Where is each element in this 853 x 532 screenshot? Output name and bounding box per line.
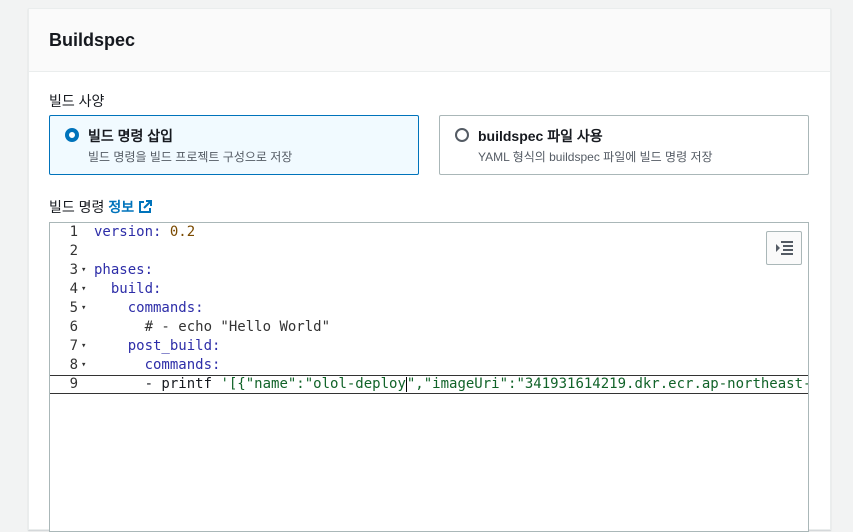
code-text: commands: [94, 356, 221, 375]
radio-insert-commands[interactable] [65, 128, 79, 142]
format-button[interactable] [766, 231, 802, 265]
build-spec-label: 빌드 사양 [49, 93, 105, 109]
code-line[interactable]: 5 ▾ commands: [50, 299, 808, 318]
panel-title: Buildspec [49, 29, 136, 50]
line-number: 1 [69, 224, 78, 240]
code-text: version: 0.2 [94, 223, 195, 242]
panel-header: Buildspec [29, 9, 830, 72]
build-commands-label-row: 빌드 명령 정보 [49, 197, 153, 217]
code-line[interactable]: 7 ▾ post_build: [50, 337, 808, 356]
build-commands-label: 빌드 명령 [49, 199, 105, 215]
code-text: post_build: [94, 337, 221, 356]
external-link-icon[interactable] [138, 200, 153, 214]
code-token: 0.2 [169, 224, 196, 240]
line-number: 2 [69, 243, 78, 259]
code-text: - printf '[{"name":"olol-deploy","imageU… [94, 376, 809, 393]
code-token: phases: [94, 262, 154, 278]
code-line[interactable]: 8 ▾ commands: [50, 356, 808, 375]
code-line[interactable]: 9 - printf '[{"name":"olol-deploy","imag… [50, 375, 809, 394]
code-line[interactable]: 4 ▾ build: [50, 280, 808, 299]
buildspec-panel: Buildspec 빌드 사양 빌드 명령 삽입 빌드 명령을 빌드 프로젝트 … [28, 8, 831, 532]
code-line[interactable]: 1 version: 0.2 [50, 223, 808, 242]
option-title: 빌드 명령 삽입 [88, 128, 174, 144]
code-token: commands: [127, 300, 204, 316]
code-text: phases: [94, 261, 153, 280]
line-number: 9 [69, 376, 78, 392]
code-token: # - echo "Hello World" [144, 319, 331, 335]
line-number: 6 [69, 319, 78, 335]
fold-toggle-icon[interactable]: ▾ [81, 356, 86, 375]
info-link[interactable]: 정보 [108, 197, 134, 217]
code-text: commands: [94, 299, 204, 318]
line-number: 3 [69, 262, 78, 278]
code-line[interactable]: 3 ▾ phases: [50, 261, 808, 280]
option-description: YAML 형식의 buildspec 파일에 빌드 명령 저장 [478, 150, 713, 164]
code-token: '[{"name":"olol-deploy [220, 376, 406, 392]
radio-use-buildspec-file[interactable] [455, 128, 469, 142]
line-number: 5 [69, 300, 78, 316]
option-insert-commands[interactable]: 빌드 명령 삽입 빌드 명령을 빌드 프로젝트 구성으로 저장 [49, 115, 419, 175]
fold-toggle-icon[interactable]: ▾ [81, 337, 86, 356]
format-indent-icon [776, 241, 793, 255]
code-text: # - echo "Hello World" [94, 318, 330, 337]
option-title: buildspec 파일 사용 [478, 128, 603, 144]
option-description: 빌드 명령을 빌드 프로젝트 구성으로 저장 [88, 150, 293, 164]
fold-toggle-icon[interactable]: ▾ [81, 299, 86, 318]
code-token: build: [110, 281, 162, 297]
code-line[interactable]: 2 [50, 242, 808, 261]
code-token: - printf [94, 376, 221, 392]
option-use-buildspec-file[interactable]: buildspec 파일 사용 YAML 형식의 buildspec 파일에 빌… [439, 115, 809, 175]
code-text: build: [94, 280, 162, 299]
fold-toggle-icon[interactable]: ▾ [81, 280, 86, 299]
code-editor[interactable]: 1 version: 0.2 2 3 ▾ phases: 4 ▾ build: 5 ▾ comma… [49, 222, 809, 532]
code-token: post_build: [127, 338, 221, 354]
code-token: version: [94, 224, 162, 240]
code-line[interactable]: 6 # - echo "Hello World" [50, 318, 808, 337]
line-number: 4 [69, 281, 78, 297]
fold-toggle-icon[interactable]: ▾ [81, 261, 86, 280]
code-token: ","imageUri":"341931614219.dkr.ecr.ap-no… [406, 376, 809, 392]
line-number: 8 [69, 357, 78, 373]
code-token: commands: [144, 357, 221, 373]
line-number: 7 [69, 338, 78, 354]
